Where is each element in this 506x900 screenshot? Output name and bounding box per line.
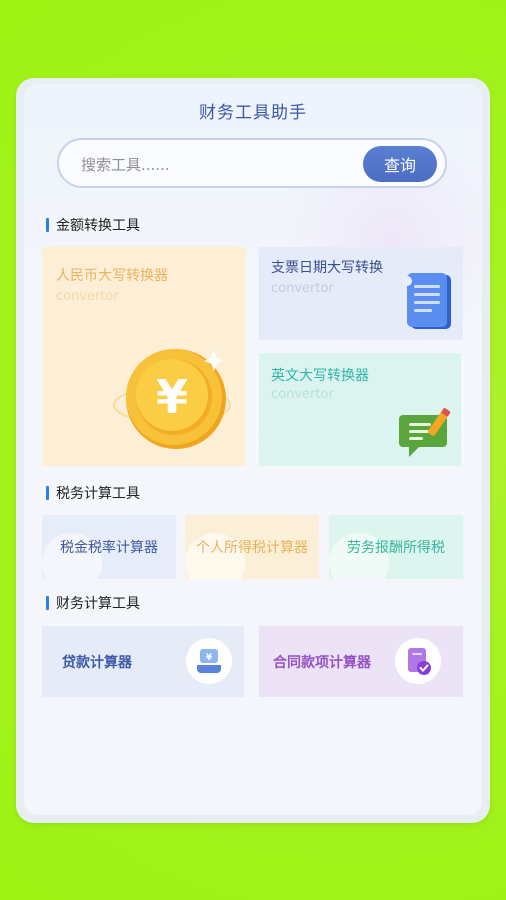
- tile-title: 合同款项计算器: [273, 655, 371, 671]
- tile-contract-calculator[interactable]: 合同款项计算器: [259, 626, 463, 697]
- tile-title: 支票日期大写转换: [271, 260, 383, 276]
- search-input[interactable]: [79, 152, 343, 178]
- search-bar: 查询: [57, 138, 447, 188]
- tile-english-converter[interactable]: 英文大写转换器 convertor: [259, 353, 461, 466]
- loan-icon: ¥: [197, 649, 221, 673]
- tile-title: 贷款计算器: [62, 655, 132, 671]
- contract-icon-badge: [395, 638, 441, 684]
- document-icon: [402, 273, 451, 329]
- svg-text:¥: ¥: [156, 370, 188, 424]
- tile-title: 劳务报酬所得税: [347, 540, 445, 556]
- tile-title: 英文大写转换器: [271, 368, 369, 384]
- section-title-tax: 税务计算工具: [46, 483, 140, 503]
- tile-loan-calculator[interactable]: 贷款计算器 ¥: [42, 626, 244, 697]
- tile-cheque-date-converter[interactable]: 支票日期大写转换 convertor: [259, 247, 463, 340]
- contract-icon: [408, 648, 431, 675]
- tools-card: 财务工具助手 查询 金额转换工具 人民币大写转换器 convertor ¥ 支票…: [24, 84, 482, 815]
- section-title-amount: 金额转换工具: [46, 215, 140, 235]
- tile-subtitle: convertor: [56, 289, 119, 304]
- tile-tax-rate-calculator[interactable]: 税金税率计算器: [42, 515, 176, 579]
- section-title-finance: 财务计算工具: [46, 593, 140, 613]
- page-title: 财务工具助手: [199, 103, 307, 123]
- tile-subtitle: convertor: [271, 281, 334, 296]
- tile-labor-tax-calculator[interactable]: 劳务报酬所得税: [329, 515, 463, 579]
- yuan-coin-icon: ¥: [113, 349, 231, 449]
- tile-title: 人民币大写转换器: [56, 268, 168, 284]
- loan-icon-badge: ¥: [186, 638, 232, 684]
- search-button[interactable]: 查询: [363, 146, 437, 182]
- svg-text:¥: ¥: [206, 653, 213, 663]
- chat-pencil-icon: [399, 408, 451, 457]
- tile-title: 个人所得税计算器: [196, 540, 308, 556]
- tile-subtitle: convertor: [271, 387, 334, 402]
- tile-income-tax-calculator[interactable]: 个人所得税计算器: [185, 515, 319, 579]
- tile-rmb-converter[interactable]: 人民币大写转换器 convertor ¥: [42, 247, 246, 466]
- tile-title: 税金税率计算器: [60, 540, 158, 556]
